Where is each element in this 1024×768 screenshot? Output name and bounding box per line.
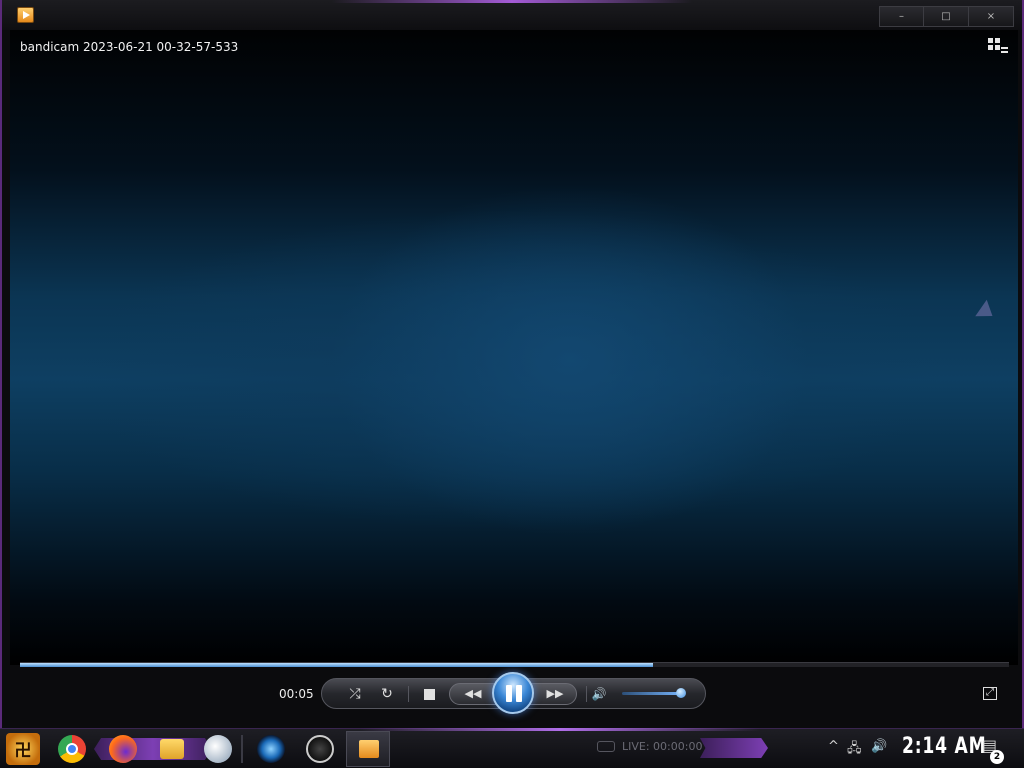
media-player-app-icon[interactable] [17,7,34,23]
shuffle-button[interactable]: ⤮ [344,684,366,704]
previous-button[interactable]: ◀◀ [458,684,488,704]
mouse-cursor-icon [975,299,999,325]
fullscreen-button[interactable]: ⤢ [983,687,997,700]
start-button[interactable]: 卍 [6,733,40,765]
taskbar-clock[interactable]: 2:14 AM [902,734,986,759]
pause-icon [516,685,522,702]
close-button[interactable]: × [969,6,1014,27]
seek-bar[interactable] [20,662,1009,667]
speaker-volume-icon[interactable]: 🔊 [871,739,887,754]
pause-icon [506,685,512,702]
live-stream-icon [597,741,615,752]
next-button[interactable]: ▶▶ [540,684,570,704]
video-title: bandicam 2023-06-21 00-32-57-533 [20,40,239,54]
video-area[interactable]: bandicam 2023-06-21 00-32-57-533 [10,30,1018,665]
start-logo: 卍 [14,741,32,761]
pause-button[interactable] [492,672,534,714]
control-separator [586,686,587,702]
volume-slider-handle[interactable] [675,688,686,698]
repeat-button[interactable]: ↻ [376,684,398,704]
seek-bar-progress [20,663,653,667]
tray-highlight [700,738,768,758]
volume-slider[interactable] [622,692,684,695]
file-explorer-icon[interactable] [160,739,184,759]
show-hidden-icons-chevron-icon[interactable]: ^ [828,739,839,754]
obs-studio-icon[interactable] [306,735,334,763]
minimize-button[interactable]: – [879,6,924,27]
title-bar[interactable]: – □ × [2,0,1022,30]
live-status: LIVE: 00:00:00 [622,740,703,753]
paint-palette-icon[interactable] [204,735,232,763]
network-icon[interactable]: 🖧 [847,739,862,761]
mute-button[interactable]: 🔊 [588,684,610,704]
taskbar-item-media-player[interactable] [346,731,390,767]
control-separator [408,686,409,702]
media-player-window: – □ × bandicam 2023-06-21 00-32-57-533 0… [0,0,1024,728]
stop-button[interactable] [424,689,435,700]
taskbar-divider [241,735,243,763]
chrome-icon[interactable] [58,735,86,763]
camera-lens-app-icon[interactable] [257,735,285,763]
maximize-button[interactable]: □ [924,6,969,27]
window-controls: – □ × [879,6,1014,27]
firefox-icon[interactable] [109,735,137,763]
media-player-icon [359,740,379,758]
switch-to-library-icon[interactable] [988,38,1008,54]
notification-count-badge: 2 [990,750,1004,764]
elapsed-time: 00:05 [279,687,314,701]
